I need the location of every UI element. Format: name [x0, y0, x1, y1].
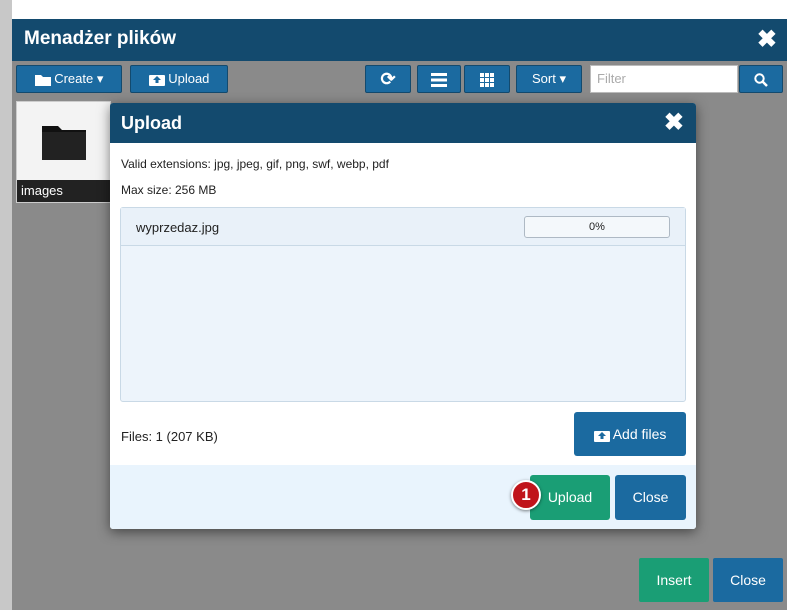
file-manager-close-button[interactable]: ✖: [757, 25, 777, 54]
add-files-button[interactable]: Add files: [574, 412, 686, 456]
refresh-icon: ⟳: [380, 69, 396, 89]
sort-button[interactable]: Sort ▾: [516, 65, 582, 93]
max-size-text: Max size: 256 MB: [121, 183, 217, 197]
files-count-text: Files: 1 (207 KB): [121, 429, 218, 444]
sort-button-label: Sort: [532, 71, 556, 86]
add-files-label: Add files: [612, 426, 667, 442]
upload-button[interactable]: Upload: [530, 475, 610, 520]
grid-icon: [480, 72, 494, 87]
grid-view-button[interactable]: [464, 65, 510, 93]
upload-icon: [593, 430, 610, 442]
file-name: wyprzedaz.jpg: [136, 220, 220, 235]
refresh-button[interactable]: ⟳: [365, 65, 411, 93]
folder-icon: [42, 126, 86, 160]
folder-plus-icon: [34, 74, 51, 86]
step-badge: 1: [511, 480, 541, 510]
create-button-label: Create: [54, 71, 94, 86]
caret-down-icon: ▾: [96, 71, 104, 86]
upload-icon: [148, 75, 165, 87]
upload-dialog-title: Upload: [121, 113, 182, 133]
search-icon: [754, 72, 768, 87]
upload-dialog-header: Upload ✖: [110, 103, 696, 143]
file-manager-toolbar: Create ▾ Upload ⟳ Sort ▾ Filter: [12, 65, 787, 95]
folder-tile-images[interactable]: images: [16, 101, 111, 203]
file-manager-header: Menadżer plików ✖: [12, 19, 787, 61]
toolbar-upload-button[interactable]: Upload: [130, 65, 228, 93]
search-button[interactable]: [739, 65, 783, 93]
list-icon: [431, 72, 447, 87]
insert-button[interactable]: Insert: [639, 558, 709, 602]
file-manager-title: Menadżer plików: [24, 28, 177, 49]
list-view-button[interactable]: [417, 65, 461, 93]
valid-extensions-text: Valid extensions: jpg, jpeg, gif, png, s…: [121, 157, 389, 171]
upload-dialog: Upload ✖ Valid extensions: jpg, jpeg, gi…: [110, 103, 696, 529]
upload-progress-text: 0%: [589, 221, 605, 233]
caret-down-icon: ▾: [559, 71, 566, 86]
upload-progress-bar: 0%: [524, 216, 670, 238]
file-manager-close-footer-button[interactable]: Close: [713, 558, 783, 602]
folder-label: images: [17, 180, 110, 202]
upload-dialog-close-button[interactable]: Close: [615, 475, 686, 520]
background-page-strip: [0, 0, 12, 610]
upload-file-list: wyprzedaz.jpg 0%: [120, 207, 686, 402]
list-item: wyprzedaz.jpg 0%: [121, 208, 685, 246]
upload-dialog-footer: Upload Close: [110, 465, 696, 529]
filter-input[interactable]: Filter: [590, 65, 738, 93]
create-button[interactable]: Create ▾: [16, 65, 122, 93]
upload-dialog-close-icon[interactable]: ✖: [664, 108, 684, 137]
toolbar-upload-label: Upload: [168, 71, 210, 86]
